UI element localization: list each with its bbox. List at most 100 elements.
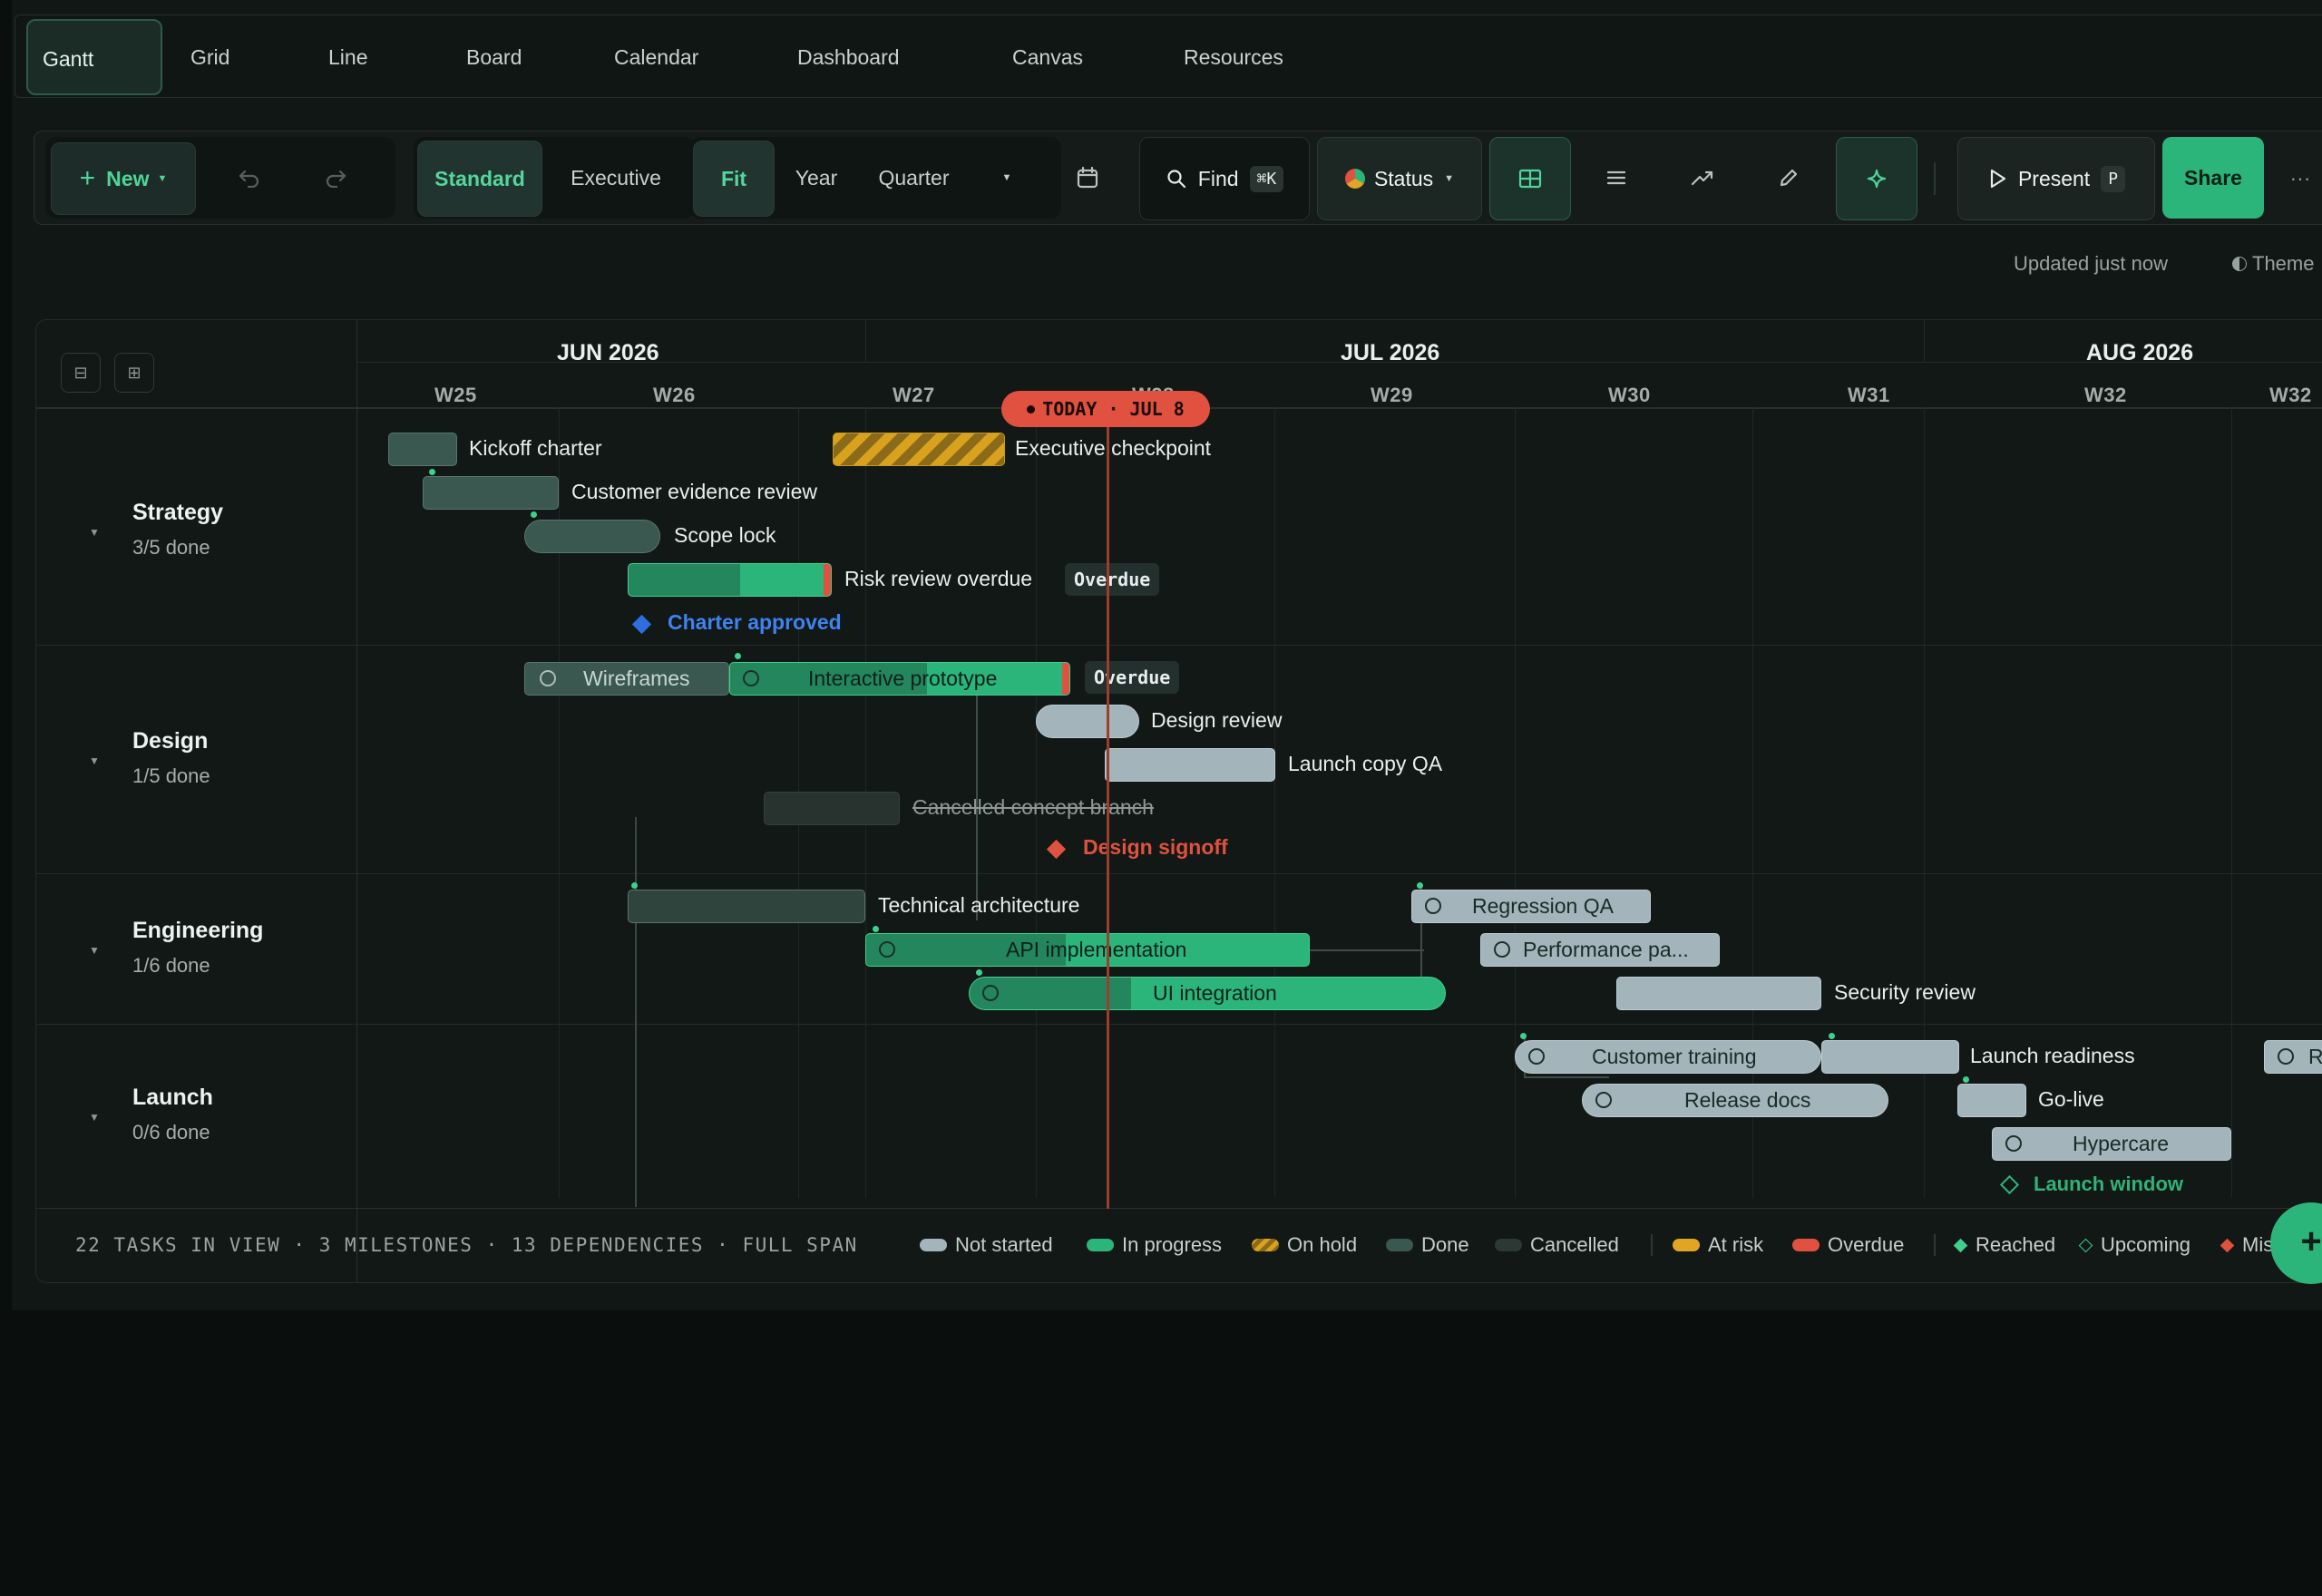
year-label: Year	[795, 165, 838, 190]
zoom-year-button[interactable]: Year	[780, 141, 853, 215]
status-filter-button[interactable]: Status ▼	[1317, 137, 1482, 220]
task-bar[interactable]: Customer training	[1515, 1040, 1821, 1074]
legend-cancelled: Cancelled	[1495, 1233, 1619, 1257]
dependency-handle[interactable]	[531, 511, 537, 518]
tab-canvas[interactable]: Canvas	[1012, 19, 1083, 95]
rows-button[interactable]	[1576, 137, 1656, 219]
gantt-chart: ⊟ ⊞ JUN 2026 JUL 2026 AUG 2026 W25 W26 W…	[35, 319, 2322, 1283]
theme-toggle[interactable]: Theme	[2232, 252, 2314, 276]
present-button[interactable]: Present P	[1957, 137, 2155, 220]
toolbar: + New ▼ Standard Executive Fit Year Quar…	[34, 131, 2322, 225]
dependency-handle[interactable]	[1520, 1033, 1527, 1039]
task-bar[interactable]: Hypercare	[1992, 1127, 2231, 1161]
collapse-caret-icon[interactable]: ▼	[89, 526, 100, 539]
task-bar[interactable]: Performance pa...	[1480, 933, 1720, 967]
task-bar[interactable]	[764, 792, 900, 825]
zoom-quarter-button[interactable]: Quarter	[862, 141, 966, 215]
table-view-button[interactable]	[1489, 137, 1571, 220]
task-bar[interactable]	[524, 520, 660, 553]
group-name[interactable]: Engineering	[132, 918, 263, 944]
task-bar[interactable]: Wireframes	[524, 662, 729, 696]
redo-button[interactable]	[304, 142, 367, 213]
zoom-fit-button[interactable]: Fit	[693, 141, 775, 217]
pencil-icon	[1780, 169, 1798, 187]
tab-dashboard[interactable]: Dashboard	[797, 19, 900, 95]
task-bar[interactable]	[628, 563, 832, 597]
task-label: Security review	[1834, 980, 1976, 1004]
milestone-diamond[interactable]	[1046, 839, 1067, 860]
tab-calendar[interactable]: Calendar	[614, 19, 698, 95]
status-circle-icon	[1425, 898, 1441, 914]
task-bar[interactable]: Regression QA	[1411, 890, 1651, 923]
task-bar[interactable]	[1036, 705, 1139, 738]
layout-group: Standard Executive	[414, 137, 695, 219]
ai-assist-button[interactable]	[1836, 137, 1917, 220]
group-name[interactable]: Strategy	[132, 500, 223, 526]
task-label: Release docs	[1684, 1088, 1811, 1112]
dependency-handle[interactable]	[631, 882, 638, 889]
task-bar[interactable]: R	[2264, 1040, 2322, 1074]
today-marker[interactable]: TODAY · JUL 8	[1001, 391, 1210, 427]
trend-button[interactable]	[1663, 137, 1742, 219]
dependency-handle[interactable]	[1829, 1033, 1835, 1039]
executive-view-button[interactable]: Executive	[548, 141, 684, 215]
status-circle-icon	[743, 670, 759, 686]
group-progress: 3/5 done	[132, 536, 210, 559]
task-bar[interactable]: UI integration	[969, 977, 1446, 1010]
legend-on-hold: On hold	[1252, 1233, 1357, 1257]
task-bar[interactable]: API implementation	[865, 933, 1310, 967]
dependency-handle[interactable]	[1963, 1076, 1969, 1083]
edit-button[interactable]	[1749, 137, 1829, 219]
task-bar[interactable]	[1957, 1084, 2026, 1117]
more-button[interactable]: ···	[2273, 137, 2322, 219]
milestone-label: Launch window	[2034, 1173, 2183, 1195]
legend-label: In progress	[1122, 1233, 1223, 1256]
collapse-all-button[interactable]: ⊟	[61, 353, 101, 393]
view-tabs: Gantt Grid Line Board Calendar Dashboard…	[15, 15, 2322, 98]
task-bar[interactable]	[833, 433, 1005, 466]
legend-divider	[1651, 1234, 1653, 1256]
dependency-handle[interactable]	[735, 653, 741, 659]
group-name[interactable]: Launch	[132, 1085, 213, 1111]
task-bar[interactable]	[423, 476, 559, 510]
task-bar[interactable]: Release docs	[1582, 1084, 1888, 1117]
legend-at-risk: At risk	[1673, 1233, 1763, 1257]
legend-label: Mis	[2242, 1233, 2274, 1256]
milestone-diamond[interactable]	[1999, 1174, 2020, 1195]
dependency-handle[interactable]	[429, 469, 435, 475]
zoom-dropdown-button[interactable]: ▼	[980, 141, 1034, 215]
calendar-button[interactable]	[1055, 141, 1120, 215]
collapse-caret-icon[interactable]: ▼	[89, 1111, 100, 1124]
task-bar[interactable]	[1105, 748, 1275, 782]
standard-view-button[interactable]: Standard	[417, 141, 542, 217]
month-aug: AUG 2026	[2086, 340, 2194, 365]
legend-label: Upcoming	[2101, 1233, 2191, 1256]
task-label: Customer evidence review	[571, 480, 818, 503]
task-label: Scope lock	[674, 523, 776, 547]
task-bar[interactable]	[1616, 977, 1821, 1010]
expand-all-button[interactable]: ⊞	[114, 353, 154, 393]
share-button[interactable]: Share	[2162, 137, 2264, 219]
status-label: Status	[1373, 166, 1434, 190]
milestone-diamond[interactable]	[631, 614, 652, 635]
collapse-caret-icon[interactable]: ▼	[89, 944, 100, 957]
task-bar[interactable]	[388, 433, 457, 466]
find-button[interactable]: Find ⌘K	[1139, 137, 1310, 220]
group-name[interactable]: Design	[132, 728, 208, 754]
task-bar[interactable]: Interactive prototype	[729, 662, 1070, 696]
dependency-handle[interactable]	[976, 969, 982, 976]
new-button[interactable]: + New ▼	[51, 142, 196, 215]
tab-grid[interactable]: Grid	[190, 19, 229, 95]
dependency-handle[interactable]	[873, 926, 879, 932]
task-bar[interactable]	[1821, 1040, 1959, 1074]
tab-board[interactable]: Board	[466, 19, 522, 95]
dependency-line	[1308, 949, 1424, 951]
dependency-handle[interactable]	[1417, 882, 1423, 889]
collapse-caret-icon[interactable]: ▼	[89, 754, 100, 767]
task-bar[interactable]	[628, 890, 865, 923]
legend-label: Not started	[955, 1233, 1053, 1256]
tab-resources[interactable]: Resources	[1184, 19, 1283, 95]
undo-button[interactable]	[218, 142, 281, 213]
tab-line[interactable]: Line	[328, 19, 367, 95]
tab-gantt[interactable]: Gantt	[26, 19, 162, 95]
